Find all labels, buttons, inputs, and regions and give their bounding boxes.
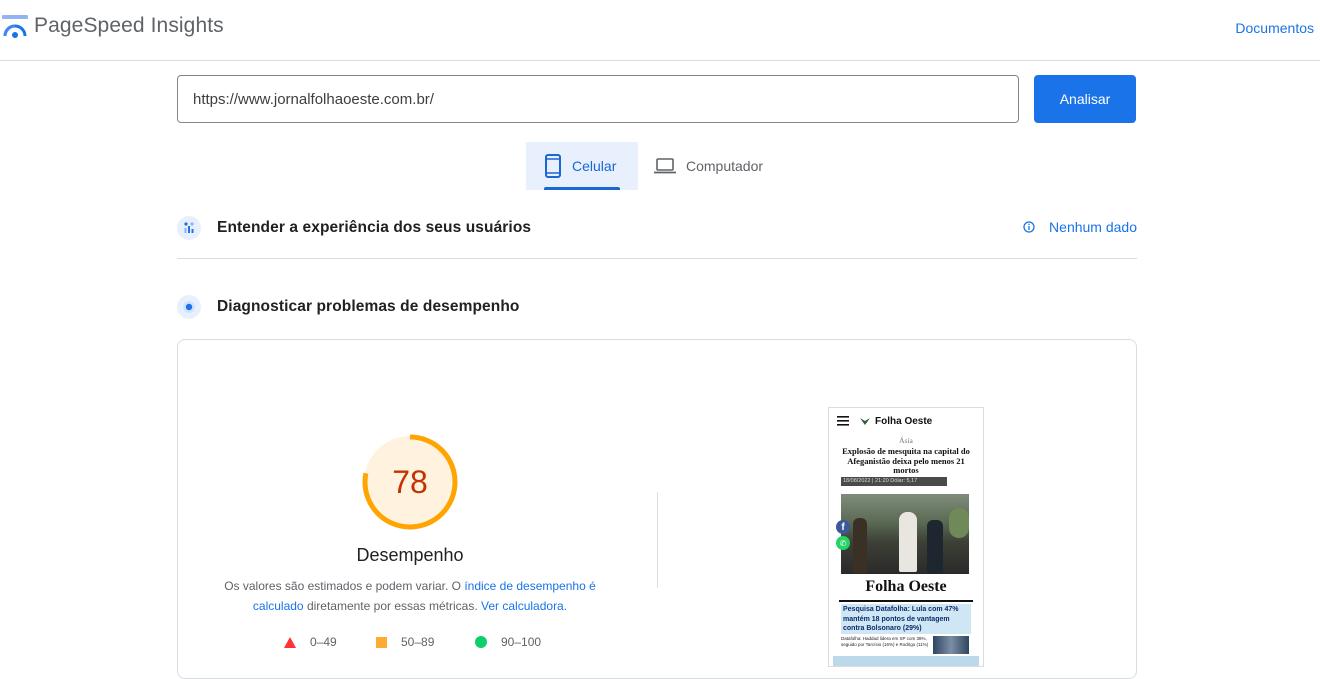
preview-footer-bar bbox=[833, 656, 979, 666]
preview-story: Pesquisa Datafolha: Lula com 47% mantém … bbox=[841, 604, 971, 634]
section-divider bbox=[177, 258, 1137, 259]
diagnostics-section: Diagnosticar problemas de desempenho bbox=[177, 287, 1137, 327]
masthead-rule bbox=[839, 600, 973, 602]
diagnostics-title: Diagnosticar problemas de desempenho bbox=[217, 298, 520, 315]
preview-site-name: Folha Oeste bbox=[875, 415, 933, 427]
preview-news-photo bbox=[841, 494, 969, 574]
screenshot-page: Folha Oeste Ásia Explosão de mesquita na… bbox=[833, 410, 979, 666]
preview-thumbnail bbox=[933, 636, 969, 654]
smartphone-icon bbox=[545, 154, 561, 178]
legend-range-pass: 90–100 bbox=[501, 635, 542, 649]
tab-mobile[interactable]: Celular bbox=[526, 142, 638, 190]
preview-header: Folha Oeste bbox=[833, 410, 979, 432]
preview-category: Ásia bbox=[899, 436, 913, 445]
legend-range-fail: 0–49 bbox=[310, 635, 337, 649]
orange-square-icon bbox=[376, 636, 387, 648]
tab-desktop-label: Computador bbox=[686, 158, 764, 174]
no-data-link[interactable]: Nenhum dado bbox=[1023, 219, 1137, 235]
preview-subtext: Datafolha: Haddad lidera em SP com 38%, … bbox=[841, 636, 929, 647]
performance-score: 78 bbox=[392, 463, 428, 500]
calculator-link[interactable]: Ver calculadora. bbox=[481, 599, 567, 613]
brand-title[interactable]: PageSpeed Insights bbox=[34, 14, 224, 38]
documentation-link[interactable]: Documentos bbox=[1235, 20, 1314, 36]
green-circle-icon bbox=[475, 636, 487, 648]
performance-note: Os valores são estimados e podem variar.… bbox=[208, 576, 612, 616]
preview-headline: Explosão de mesquita na capital do Afega… bbox=[842, 446, 970, 475]
performance-card: 78 Desempenho Os valores são estimados e… bbox=[177, 339, 1137, 679]
note-text-1: Os valores são estimados e podem variar.… bbox=[224, 579, 465, 593]
top-bar: PageSpeed Insights Documentos bbox=[0, 0, 1320, 61]
legend-range-average: 50–89 bbox=[401, 635, 435, 649]
info-icon bbox=[1023, 221, 1035, 233]
legend-item-pass: 90–100 bbox=[475, 635, 541, 649]
facebook-icon: f bbox=[836, 520, 850, 534]
analyze-button[interactable]: Analisar bbox=[1034, 75, 1136, 123]
tab-mobile-label: Celular bbox=[572, 158, 617, 174]
legend-item-average: 50–89 bbox=[376, 635, 434, 649]
laptop-icon bbox=[654, 158, 676, 174]
field-data-section: Entender a experiência dos seus usuários… bbox=[177, 208, 1137, 248]
users-experience-icon bbox=[177, 216, 201, 240]
hamburger-menu-icon bbox=[837, 416, 849, 426]
performance-label: Desempenho bbox=[356, 545, 464, 565]
card-divider bbox=[657, 492, 658, 588]
final-screenshot[interactable]: Folha Oeste Ásia Explosão de mesquita na… bbox=[828, 407, 984, 667]
legend-item-fail: 0–49 bbox=[284, 635, 337, 649]
no-data-label: Nenhum dado bbox=[1049, 219, 1137, 235]
preview-meta: 18/08/2022 | 21:20 Dólar: 5,17 bbox=[841, 477, 947, 486]
pagespeed-logo-icon[interactable] bbox=[2, 15, 28, 39]
diagnostics-icon bbox=[177, 295, 201, 319]
bird-logo-icon bbox=[860, 418, 870, 425]
preview-masthead: Folha Oeste bbox=[865, 578, 947, 595]
tab-desktop[interactable]: Computador bbox=[654, 142, 784, 190]
red-triangle-icon bbox=[284, 636, 296, 648]
url-input[interactable] bbox=[177, 75, 1019, 123]
field-data-title: Entender a experiência dos seus usuários bbox=[217, 219, 532, 236]
whatsapp-icon: ✆ bbox=[836, 536, 850, 550]
note-text-2: diretamente por essas métricas. bbox=[303, 599, 482, 613]
